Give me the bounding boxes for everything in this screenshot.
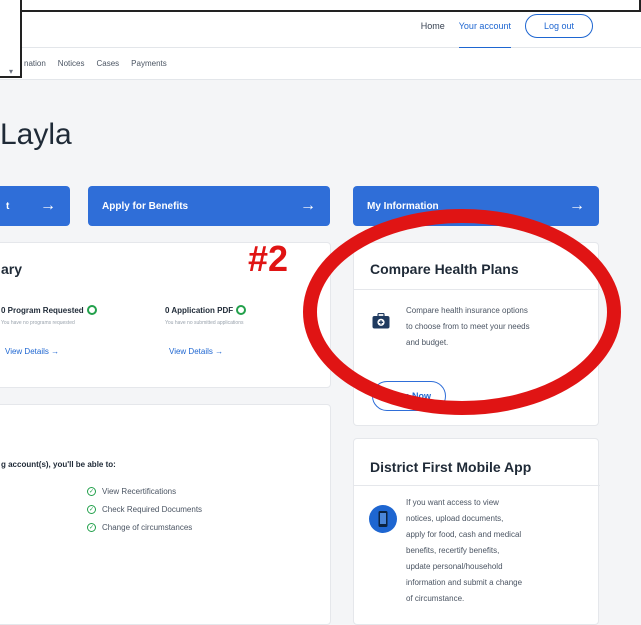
tab-cases[interactable]: Cases [96,59,119,68]
page-title: Layla [0,118,72,151]
benefit-item: ✓ Check Required Documents [87,505,203,514]
mobile-app-description: If you want access to view notices, uplo… [406,498,523,603]
overlay-dropdown-frame [0,0,641,12]
overlay-dropdown-panel[interactable]: ▾ [0,0,22,78]
annotation-circle [303,209,621,415]
chevron-down-icon[interactable]: ▾ [9,67,13,76]
apply-for-benefits-button[interactable]: Apply for Benefits → [88,186,330,226]
card-title: ary [1,261,23,277]
view-details-link[interactable]: View Details → [169,347,223,356]
arrow-right-icon: → [40,197,56,214]
check-circle-icon: ✓ [87,523,96,532]
logout-button[interactable]: Log out [524,14,593,38]
action-label: t [6,200,10,212]
benefit-item: ✓ Change of circumstances [87,523,193,532]
check-circle-icon: ✓ [87,505,96,514]
view-details-link[interactable]: View Details → [5,347,59,356]
nav-your-account-link[interactable]: Your account [458,21,512,50]
top-nav: Home Your account Log out [421,14,593,50]
top-header: Home Your account Log out [0,0,641,50]
stat-subtitle: You have no programs requested [1,320,75,326]
mobile-phone-icon [369,505,397,533]
account-dashboard: Home Your account Log out nation Notices… [0,0,641,625]
card-title: District First Mobile App [370,459,532,475]
divider [354,485,600,486]
action-label: Apply for Benefits [102,200,189,212]
application-pdf-stat: 0 Application PDF [165,305,247,315]
linked-account-card: g account(s), you'll be able to: ✓ View … [0,404,331,625]
program-requested-stat: 0 Program Requested [1,305,97,315]
tab-notices[interactable]: Notices [58,59,85,68]
status-ok-icon [86,305,97,315]
action-button-cut[interactable]: t → [0,186,70,226]
status-ok-icon [236,305,247,315]
annotation-label: #2 [248,238,289,279]
secondary-nav: nation Notices Cases Payments [0,48,641,80]
linked-account-intro: g account(s), you'll be able to: [1,460,116,469]
tab-payments[interactable]: Payments [131,59,167,68]
nav-home-link[interactable]: Home [421,21,445,31]
benefit-item: ✓ View Recertifications [87,487,177,496]
tab-information[interactable]: nation [24,59,46,68]
check-circle-icon: ✓ [87,487,96,496]
stat-subtitle: You have no submitted applications [165,320,244,326]
mobile-app-card: District First Mobile App If you want ac… [353,438,600,625]
